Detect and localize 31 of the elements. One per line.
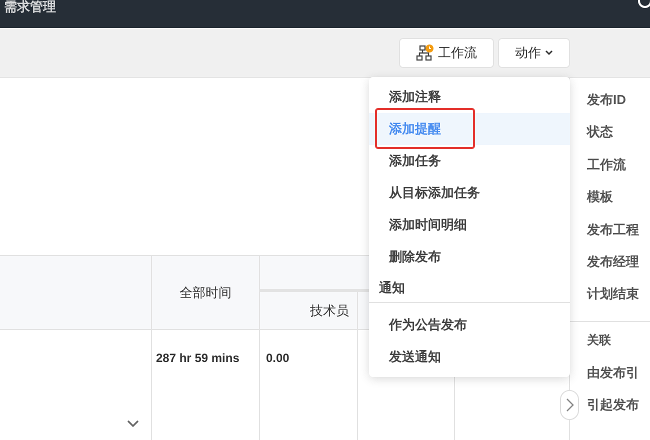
column-header: 全部时间 [180,284,232,302]
menu-section-label: 通知 [379,278,405,297]
workflow-icon [416,44,434,62]
field-label: 模板 [587,188,614,206]
menu-item[interactable]: 添加注释 [369,81,570,113]
related-link[interactable]: 由发布引 [587,362,650,396]
menu-item[interactable]: 从目标添加任务 [369,177,570,209]
field-label: 状态 [587,123,614,142]
table-cell: 0.00 [266,351,290,365]
related-link[interactable]: 引起发布 [587,395,650,428]
field-label: 工作流 [587,156,627,174]
expand-panel-button[interactable] [560,390,579,420]
menu-item[interactable]: 添加任务 [369,145,570,177]
section-label: 关联 [587,332,612,349]
chevron-right-icon [566,398,574,412]
menu-item[interactable]: 添加时间明细 [369,209,570,241]
column-header: 技术员 [310,302,349,320]
app-title: 需求管理 [4,0,56,14]
table-cell: 287 hr 59 mins [156,351,240,365]
menu-item[interactable]: 作为公告发布 [369,309,570,341]
chevron-down-icon[interactable] [127,420,139,428]
workflow-button[interactable]: 工作流 [399,38,494,68]
field-label: 发布ID [587,91,627,109]
menu-item[interactable]: 发送通知 [369,341,570,373]
menu-item[interactable]: 删除发布 [369,241,570,273]
field-label: 发布经理 [587,252,640,271]
search-icon[interactable] [636,0,650,10]
field-label: 发布工程 [587,220,640,239]
actions-dropdown[interactable]: 动作 [498,38,570,68]
chevron-down-icon [545,50,553,56]
field-label: 计划结束 [587,285,640,304]
